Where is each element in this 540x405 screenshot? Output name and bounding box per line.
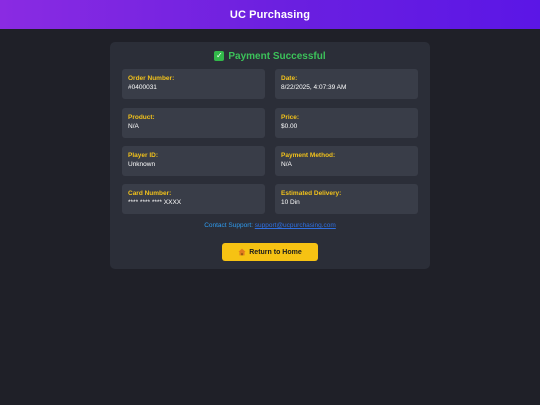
card-number-value: **** **** **** XXXX bbox=[128, 199, 182, 206]
date-field: Date: 8/22/2025, 4:07:39 AM bbox=[275, 69, 418, 99]
card-number-field: Card Number: **** **** **** XXXX bbox=[122, 184, 265, 214]
estimated-delivery-label: Estimated Delivery: bbox=[281, 190, 342, 197]
payment-method-field: Payment Method: N/A bbox=[275, 146, 418, 176]
price-field: Price: $0.00 bbox=[275, 108, 418, 138]
product-field: Product: N/A bbox=[122, 108, 265, 138]
home-icon bbox=[238, 248, 246, 256]
date-label: Date: bbox=[281, 75, 298, 82]
app-header: UC Purchasing bbox=[0, 0, 540, 29]
order-number-value: #0400031 bbox=[128, 84, 157, 91]
check-icon: ✓ bbox=[214, 51, 225, 61]
payment-method-value: N/A bbox=[281, 161, 292, 168]
player-id-label: Player ID: bbox=[128, 152, 158, 159]
payment-status: ✓ Payment Successful bbox=[110, 50, 430, 62]
support-email-link[interactable]: support@ucpurchasing.com bbox=[255, 222, 336, 229]
price-value: $0.00 bbox=[281, 123, 298, 130]
order-number-label: Order Number: bbox=[128, 75, 175, 82]
product-label: Product: bbox=[128, 114, 155, 121]
player-id-value: Unknown bbox=[128, 161, 156, 168]
return-to-home-label: Return to Home bbox=[249, 248, 302, 256]
estimated-delivery-field: Estimated Delivery: 10 Din bbox=[275, 184, 418, 214]
contact-support: Contact Support: support@ucpurchasing.co… bbox=[110, 222, 430, 230]
price-label: Price: bbox=[281, 114, 300, 121]
card-number-label: Card Number: bbox=[128, 190, 172, 197]
date-value: 8/22/2025, 4:07:39 AM bbox=[281, 84, 347, 91]
status-text: Payment Successful bbox=[228, 50, 326, 62]
app-title: UC Purchasing bbox=[229, 8, 311, 21]
payment-receipt-card: ✓ Payment Successful Order Number: #0400… bbox=[110, 42, 430, 269]
order-number-field: Order Number: #0400031 bbox=[122, 69, 265, 99]
support-prefix: Contact Support: bbox=[204, 222, 255, 229]
product-value: N/A bbox=[128, 123, 139, 130]
estimated-delivery-value: 10 Din bbox=[281, 199, 300, 206]
player-id-field: Player ID: Unknown bbox=[122, 146, 265, 176]
payment-method-label: Payment Method: bbox=[281, 152, 336, 159]
return-to-home-button[interactable]: Return to Home bbox=[222, 243, 318, 261]
